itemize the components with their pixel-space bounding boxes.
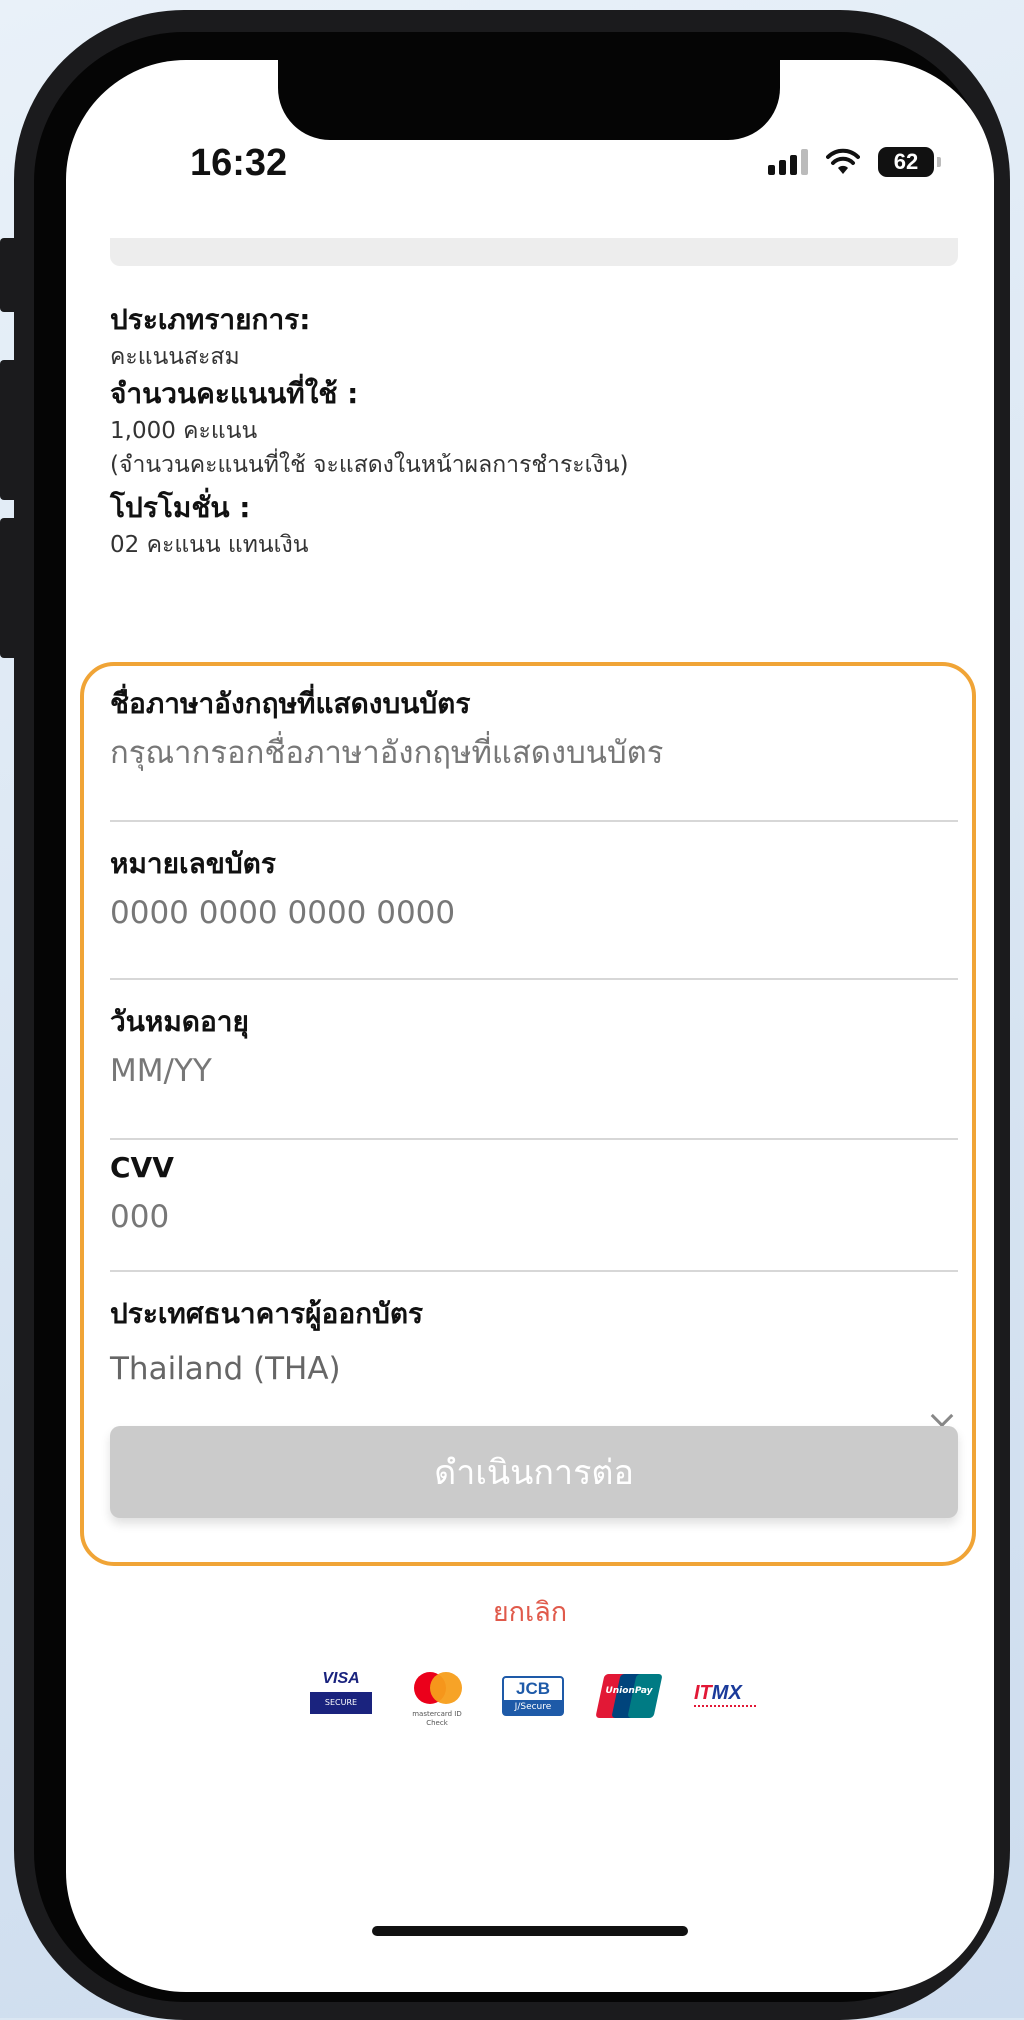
promotion-value: 02 คะแนน แทนเงิน <box>110 532 309 558</box>
issuing-country-select[interactable]: Thailand (THA) <box>110 1340 958 1398</box>
chevron-down-icon[interactable] <box>930 1404 954 1428</box>
status-time: 16:32 <box>190 142 288 184</box>
cardholder-name-input[interactable]: กรุณากรอกชื่อภาษาอังกฤษที่แสดงบนบัตร <box>110 724 958 782</box>
jcb-jsecure-logo: JCB J/Secure <box>502 1670 564 1726</box>
itmx-logo: ITMX <box>694 1670 756 1726</box>
volume-down-button <box>0 518 14 658</box>
home-indicator[interactable] <box>372 1926 688 1936</box>
cardholder-name-field[interactable]: ชื่อภาษาอังกฤษที่แสดงบนบัตร กรุณากรอกชื่… <box>110 684 958 822</box>
expiry-input[interactable]: MM/YY <box>110 1042 958 1100</box>
payment-summary: ประเภทรายการ: คะแนนสะสม จำนวนคะแนนที่ใช้… <box>110 300 950 562</box>
cvv-label: CVV <box>110 1151 174 1184</box>
card-number-label: หมายเลขบัตร <box>110 847 276 880</box>
cardholder-name-label: ชื่อภาษาอังกฤษที่แสดงบนบัตร <box>110 687 471 720</box>
summary-card-edge <box>110 238 958 266</box>
cvv-field[interactable]: CVV 000 <box>110 1148 958 1272</box>
visa-secure-logo: VISA SECURE <box>310 1670 372 1726</box>
expiry-label: วันหมดอายุ <box>110 1005 249 1038</box>
wifi-icon <box>826 148 860 174</box>
volume-up-button <box>0 360 14 500</box>
phone-screen: 16:32 62 ประเภทรายการ: คะแนนสะสม จำนวนคะ… <box>66 60 994 1992</box>
issuing-country-label: ประเทศธนาคารผู้ออกบัตร <box>110 1297 424 1330</box>
mute-switch <box>0 238 14 312</box>
card-number-field[interactable]: หมายเลขบัตร 0000 0000 0000 0000 <box>110 844 958 980</box>
transaction-type-label: ประเภทรายการ: <box>110 303 311 336</box>
mastercard-id-check-logo: mastercard ID Check <box>406 1670 468 1727</box>
issuing-country-field[interactable]: ประเทศธนาคารผู้ออกบัตร Thailand (THA) <box>110 1294 958 1448</box>
battery-icon: 62 <box>878 147 941 177</box>
points-note: (จำนวนคะแนนที่ใช้ จะแสดงในหน้าผลการชำระเ… <box>110 452 629 478</box>
points-used-label: จำนวนคะแนนที่ใช้ : <box>110 377 359 410</box>
transaction-type-value: คะแนนสะสม <box>110 344 240 370</box>
payment-logos: VISA SECURE mastercard ID Check JCB J/Se… <box>310 1670 756 1727</box>
unionpay-logo: UnionPay <box>595 1670 663 1726</box>
signal-icon <box>768 149 808 175</box>
notch <box>278 60 780 140</box>
points-used-value: 1,000 คะแนน <box>110 418 258 444</box>
continue-button[interactable]: ดำเนินการต่อ <box>110 1426 958 1518</box>
card-number-input[interactable]: 0000 0000 0000 0000 <box>110 884 958 942</box>
promotion-label: โปรโมชั่น : <box>110 491 251 524</box>
cancel-link[interactable]: ยกเลิก <box>66 1590 994 1633</box>
card-form: ชื่อภาษาอังกฤษที่แสดงบนบัตร กรุณากรอกชื่… <box>110 672 958 1448</box>
expiry-field[interactable]: วันหมดอายุ MM/YY <box>110 1002 958 1140</box>
cvv-input[interactable]: 000 <box>110 1188 958 1246</box>
status-icons: 62 <box>768 140 941 184</box>
